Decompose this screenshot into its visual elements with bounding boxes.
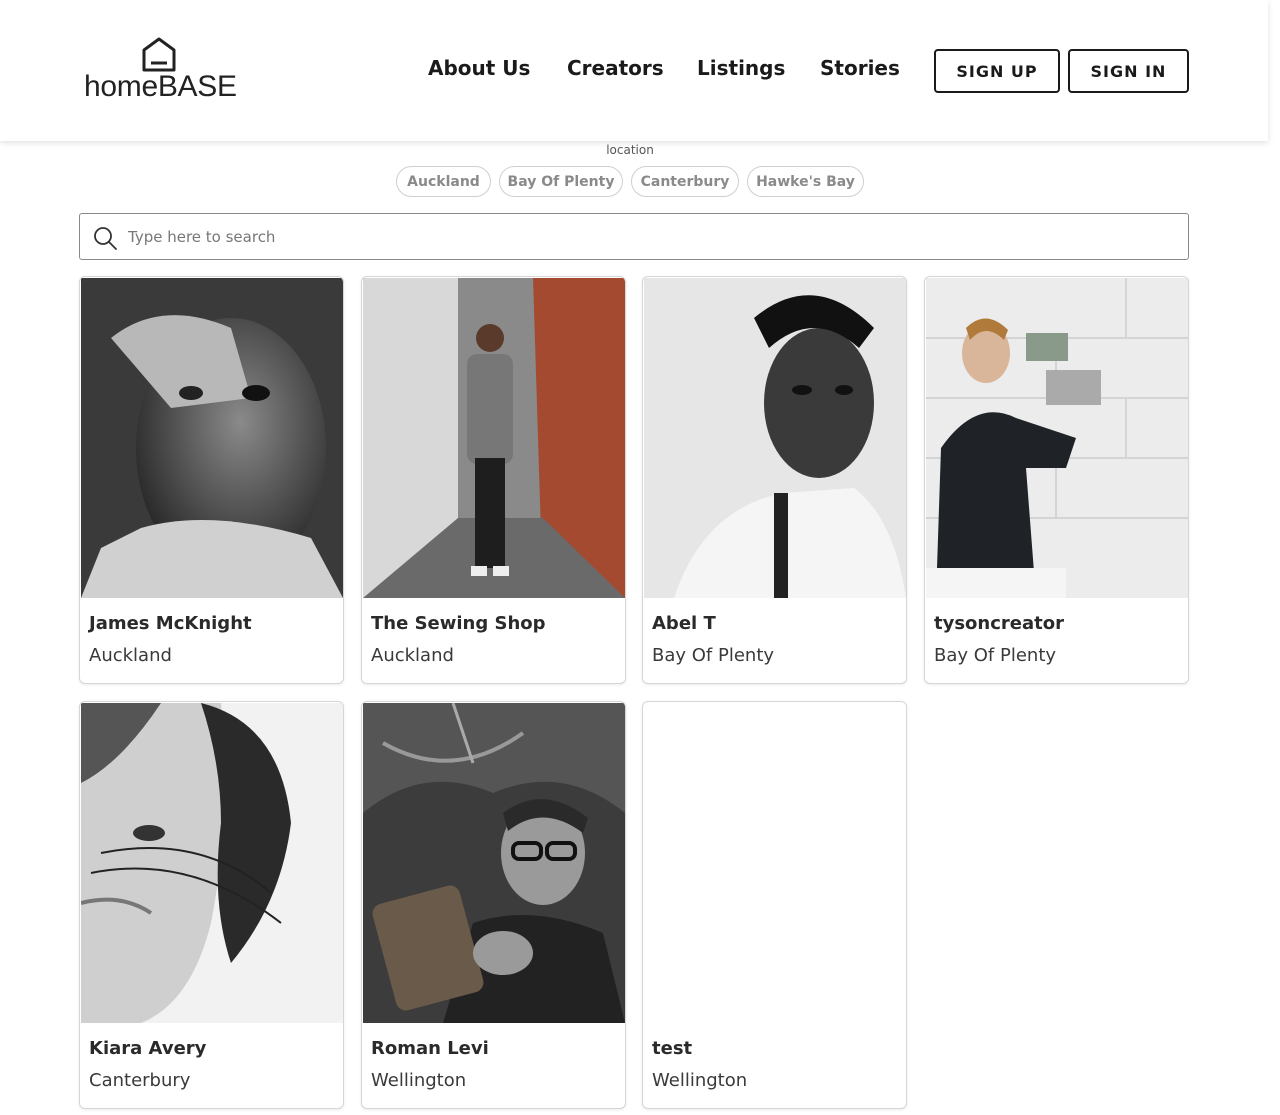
creator-location: Auckland xyxy=(371,645,454,666)
creator-photo xyxy=(644,278,906,598)
creator-photo xyxy=(81,278,343,598)
creator-photo xyxy=(81,703,343,1023)
creator-card[interactable]: test Wellington xyxy=(642,701,907,1109)
nav-listings[interactable]: Listings xyxy=(697,56,785,80)
search-bar xyxy=(79,213,1189,260)
creator-name: Kiara Avery xyxy=(89,1038,207,1059)
creator-card[interactable]: James McKnight Auckland xyxy=(79,276,344,684)
creator-location: Auckland xyxy=(89,645,172,666)
creator-card[interactable]: The Sewing Shop Auckland xyxy=(361,276,626,684)
creator-card[interactable]: Roman Levi Wellington xyxy=(361,701,626,1109)
nav-stories[interactable]: Stories xyxy=(820,56,900,80)
creator-name: Abel T xyxy=(652,613,716,634)
location-filter-label: location xyxy=(606,143,654,157)
chip-auckland[interactable]: Auckland xyxy=(396,166,491,197)
chip-hawkes-bay[interactable]: Hawke's Bay xyxy=(747,166,864,197)
sign-in-button[interactable]: SIGN IN xyxy=(1068,49,1189,93)
logo-text: homeBASE xyxy=(84,70,237,103)
chip-canterbury[interactable]: Canterbury xyxy=(631,166,739,197)
chip-bay-of-plenty[interactable]: Bay Of Plenty xyxy=(499,166,623,197)
creator-photo-empty xyxy=(644,703,906,1023)
house-icon xyxy=(142,37,176,72)
creator-photo xyxy=(363,278,625,598)
creator-location: Canterbury xyxy=(89,1070,191,1091)
creator-card[interactable]: Kiara Avery Canterbury xyxy=(79,701,344,1109)
nav-about-us[interactable]: About Us xyxy=(428,56,530,80)
creator-location: Wellington xyxy=(652,1070,748,1091)
site-header: homeBASE About Us Creators Listings Stor… xyxy=(0,0,1268,141)
creator-location: Bay Of Plenty xyxy=(652,645,775,666)
creator-name: The Sewing Shop xyxy=(371,613,546,634)
creator-name: James McKnight xyxy=(89,613,252,634)
creator-name: tysoncreator xyxy=(934,613,1064,634)
creator-photo xyxy=(926,278,1188,598)
creator-name: Roman Levi xyxy=(371,1038,489,1059)
creator-card[interactable]: Abel T Bay Of Plenty xyxy=(642,276,907,684)
search-icon[interactable] xyxy=(93,226,117,250)
creator-location: Wellington xyxy=(371,1070,467,1091)
creator-name: test xyxy=(652,1038,693,1059)
search-input[interactable] xyxy=(128,215,1178,258)
creator-location: Bay Of Plenty xyxy=(934,645,1057,666)
creator-photo xyxy=(363,703,625,1023)
sign-up-button[interactable]: SIGN UP xyxy=(934,49,1060,93)
creator-card[interactable]: tysoncreator Bay Of Plenty xyxy=(924,276,1189,684)
homebase-logo[interactable]: homeBASE xyxy=(84,36,237,106)
nav-creators[interactable]: Creators xyxy=(567,56,664,80)
